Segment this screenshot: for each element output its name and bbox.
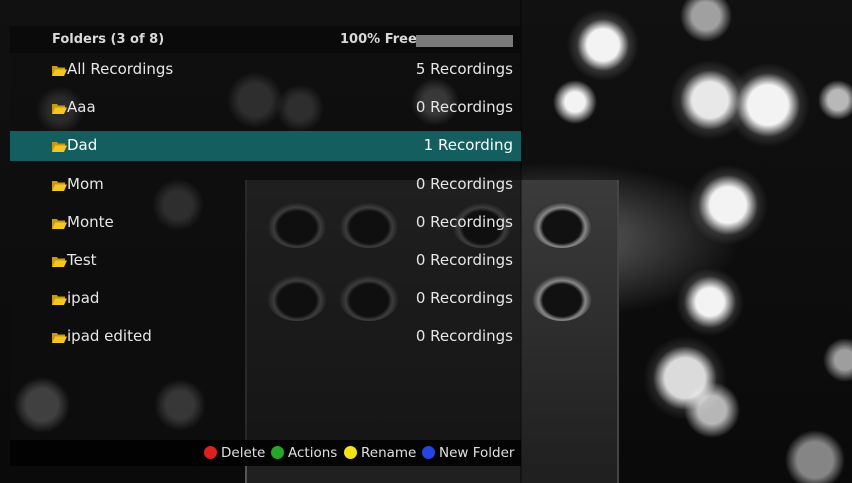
folder-row[interactable]: Test 0 Recordings bbox=[10, 246, 521, 276]
folder-name: Monte bbox=[67, 212, 114, 231]
folder-icon bbox=[52, 66, 67, 76]
rename-label: Rename bbox=[361, 445, 417, 461]
recording-count: 0 Recordings bbox=[415, 327, 513, 346]
recording-count: 0 Recordings bbox=[415, 251, 513, 269]
folder-icon bbox=[52, 295, 67, 306]
green-dot-icon bbox=[271, 446, 284, 459]
folder-icon bbox=[52, 257, 67, 267]
folder-icon bbox=[52, 180, 67, 191]
free-space-bar bbox=[416, 35, 513, 47]
recording-count: 0 Recordings bbox=[415, 98, 513, 117]
free-space-bar-fill bbox=[416, 35, 513, 47]
blue-dot-icon bbox=[422, 446, 435, 459]
folder-row[interactable]: ipad edited 0 Recordings bbox=[10, 322, 521, 352]
folder-row[interactable]: Mom 0 Recordings bbox=[10, 170, 521, 200]
recording-count: 0 Recordings bbox=[415, 174, 513, 193]
recording-count: 5 Recordings bbox=[415, 60, 513, 78]
recording-count: 1 Recording bbox=[423, 136, 513, 155]
folder-name: Mom bbox=[67, 174, 104, 193]
new-folder-button[interactable]: New Folder bbox=[422, 445, 514, 461]
new-folder-label: New Folder bbox=[439, 445, 515, 461]
folder-name: Aaa bbox=[67, 98, 96, 117]
recording-count: 0 Recordings bbox=[415, 212, 513, 231]
folder-name: ipad bbox=[67, 289, 100, 308]
speaker-cone bbox=[532, 202, 592, 248]
actions-label: Actions bbox=[288, 445, 338, 461]
folder-row[interactable]: ipad 0 Recordings bbox=[10, 284, 521, 314]
folder-name: ipad edited bbox=[67, 327, 152, 346]
button-legend: Delete Actions Rename New Folder bbox=[10, 440, 521, 466]
panel-title: Folders (3 of 8) bbox=[52, 32, 165, 47]
folder-row[interactable]: All Recordings 5 Recordings bbox=[10, 55, 521, 85]
folder-icon bbox=[52, 142, 67, 153]
folder-icon bbox=[52, 104, 67, 115]
red-dot-icon bbox=[204, 446, 217, 459]
folder-name: All Recordings bbox=[67, 60, 174, 78]
yellow-dot-icon bbox=[344, 446, 357, 459]
folder-icon bbox=[52, 333, 67, 344]
recording-count: 0 Recordings bbox=[415, 289, 513, 308]
actions-button[interactable]: Actions bbox=[271, 445, 337, 461]
folder-row[interactable]: Monte 0 Recordings bbox=[10, 208, 521, 238]
free-space-label: 100% Free bbox=[340, 32, 417, 47]
speaker-cone bbox=[532, 275, 592, 321]
delete-label: Delete bbox=[221, 445, 266, 461]
folder-icon bbox=[52, 218, 67, 229]
folder-row[interactable]: Dad 1 Recording bbox=[10, 131, 521, 162]
folder-row[interactable]: Aaa 0 Recordings bbox=[10, 93, 521, 123]
panel-header: Folders (3 of 8) 100% Free bbox=[10, 26, 521, 53]
folder-name: Dad bbox=[67, 136, 98, 155]
folder-list-panel: Folders (3 of 8) 100% Free All Recording… bbox=[10, 26, 521, 466]
delete-button[interactable]: Delete bbox=[204, 445, 265, 461]
rename-button[interactable]: Rename bbox=[344, 445, 416, 461]
folder-name: Test bbox=[67, 251, 97, 269]
